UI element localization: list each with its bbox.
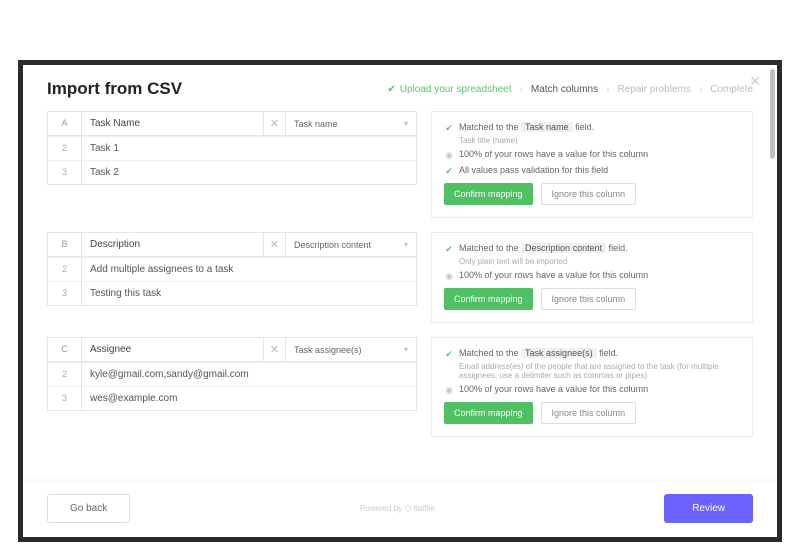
close-icon[interactable]: ✕ bbox=[749, 73, 761, 90]
column-mapping-row: C Assignee ✕ Task assignee(s) ▾ 2 kyle@g… bbox=[47, 337, 753, 437]
cell-value: Task 1 bbox=[82, 137, 416, 160]
field-description: Only plain text will be imported bbox=[459, 257, 740, 266]
source-column-name: Task Name bbox=[82, 112, 264, 135]
column-preview: C Assignee ✕ Task assignee(s) ▾ 2 kyle@g… bbox=[47, 337, 417, 437]
row-number: 3 bbox=[48, 387, 82, 410]
info-icon: ◉ bbox=[444, 270, 454, 282]
column-mapping-row: B Description ✕ Description content ▾ 2 … bbox=[47, 232, 753, 323]
confirm-mapping-button[interactable]: Confirm mapping bbox=[444, 402, 533, 424]
scrollbar[interactable] bbox=[770, 69, 775, 159]
field-chip: Task name bbox=[521, 122, 573, 132]
check-icon: ✔ bbox=[444, 243, 454, 255]
table-header: B Description ✕ Description content ▾ bbox=[48, 233, 416, 257]
row-number: 2 bbox=[48, 258, 82, 281]
field-description: Task title (name) bbox=[459, 136, 740, 145]
cell-value: kyle@gmail.com,sandy@gmail.com bbox=[82, 363, 416, 386]
chevron-down-icon: ▾ bbox=[404, 240, 408, 249]
validation-fact: ✔ All values pass validation for this fi… bbox=[444, 165, 740, 177]
mapping-dropdown[interactable]: Task name ▾ bbox=[286, 112, 416, 135]
table-row: 2 kyle@gmail.com,sandy@gmail.com bbox=[48, 362, 416, 386]
column-letter: A bbox=[48, 112, 82, 135]
ignore-column-button[interactable]: Ignore this column bbox=[541, 402, 637, 424]
column-preview: B Description ✕ Description content ▾ 2 … bbox=[47, 232, 417, 323]
clear-mapping-icon[interactable]: ✕ bbox=[264, 233, 286, 256]
modal-backdrop: ✕ Import from CSV ✔ Upload your spreadsh… bbox=[18, 60, 782, 542]
chevron-down-icon: ▾ bbox=[404, 345, 408, 354]
cell-value: wes@example.com bbox=[82, 387, 416, 410]
match-fact: ✔ Matched to the Task name field. bbox=[444, 122, 740, 134]
field-chip: Task assignee(s) bbox=[521, 348, 597, 358]
ignore-column-button[interactable]: Ignore this column bbox=[541, 288, 637, 310]
column-mapping-row: A Task Name ✕ Task name ▾ 2 Task 1 bbox=[47, 111, 753, 218]
table-row: 3 Testing this task bbox=[48, 281, 416, 305]
cell-value: Task 2 bbox=[82, 161, 416, 184]
powered-by-label: Powered by ⬡ flatfile bbox=[130, 504, 664, 513]
coverage-fact: ◉ 100% of your rows have a value for thi… bbox=[444, 384, 740, 396]
review-button[interactable]: Review bbox=[664, 494, 753, 523]
row-number: 3 bbox=[48, 161, 82, 184]
chevron-down-icon: ▾ bbox=[404, 119, 408, 128]
content: A Task Name ✕ Task name ▾ 2 Task 1 bbox=[23, 109, 777, 482]
row-number: 2 bbox=[48, 137, 82, 160]
chevron-right-icon: › bbox=[520, 84, 523, 95]
table-row: 3 Task 2 bbox=[48, 160, 416, 184]
coverage-fact: ◉ 100% of your rows have a value for thi… bbox=[444, 149, 740, 161]
preview-table: B Description ✕ Description content ▾ 2 … bbox=[47, 232, 417, 306]
step-match: Match columns bbox=[531, 84, 598, 95]
table-row: 2 Task 1 bbox=[48, 136, 416, 160]
source-column-name: Description bbox=[82, 233, 264, 256]
step-repair: Repair problems bbox=[617, 84, 690, 95]
column-letter: C bbox=[48, 338, 82, 361]
cell-value: Add multiple assignees to a task bbox=[82, 258, 416, 281]
chevron-right-icon: › bbox=[699, 84, 702, 95]
table-row: 2 Add multiple assignees to a task bbox=[48, 257, 416, 281]
check-icon: ✔ bbox=[444, 122, 454, 134]
go-back-button[interactable]: Go back bbox=[47, 494, 130, 523]
modal: ✕ Import from CSV ✔ Upload your spreadsh… bbox=[23, 65, 777, 537]
info-icon: ◉ bbox=[444, 384, 454, 396]
source-column-name: Assignee bbox=[82, 338, 264, 361]
row-number: 3 bbox=[48, 282, 82, 305]
step-upload: ✔ Upload your spreadsheet bbox=[387, 84, 511, 95]
preview-table: C Assignee ✕ Task assignee(s) ▾ 2 kyle@g… bbox=[47, 337, 417, 411]
field-chip: Description content bbox=[521, 243, 606, 253]
mapping-info-panel: ✔ Matched to the Task name field. Task t… bbox=[431, 111, 753, 218]
confirm-mapping-button[interactable]: Confirm mapping bbox=[444, 288, 533, 310]
clear-mapping-icon[interactable]: ✕ bbox=[264, 112, 286, 135]
page-title: Import from CSV bbox=[47, 79, 387, 99]
header: Import from CSV ✔ Upload your spreadshee… bbox=[23, 65, 777, 109]
mapping-info-panel: ✔ Matched to the Description content fie… bbox=[431, 232, 753, 323]
match-fact: ✔ Matched to the Description content fie… bbox=[444, 243, 740, 255]
row-number: 2 bbox=[48, 363, 82, 386]
table-row: 3 wes@example.com bbox=[48, 386, 416, 410]
wizard-steps: ✔ Upload your spreadsheet › Match column… bbox=[387, 84, 753, 95]
confirm-mapping-button[interactable]: Confirm mapping bbox=[444, 183, 533, 205]
column-preview: A Task Name ✕ Task name ▾ 2 Task 1 bbox=[47, 111, 417, 218]
coverage-fact: ◉ 100% of your rows have a value for thi… bbox=[444, 270, 740, 282]
check-icon: ✔ bbox=[444, 165, 454, 177]
mapping-info-panel: ✔ Matched to the Task assignee(s) field.… bbox=[431, 337, 753, 437]
cell-value: Testing this task bbox=[82, 282, 416, 305]
table-header: C Assignee ✕ Task assignee(s) ▾ bbox=[48, 338, 416, 362]
field-description: Email address(es) of the people that are… bbox=[459, 362, 740, 380]
ignore-column-button[interactable]: Ignore this column bbox=[541, 183, 637, 205]
column-letter: B bbox=[48, 233, 82, 256]
mapping-dropdown[interactable]: Description content ▾ bbox=[286, 233, 416, 256]
check-icon: ✔ bbox=[444, 348, 454, 360]
chevron-right-icon: › bbox=[606, 84, 609, 95]
info-icon: ◉ bbox=[444, 149, 454, 161]
clear-mapping-icon[interactable]: ✕ bbox=[264, 338, 286, 361]
table-header: A Task Name ✕ Task name ▾ bbox=[48, 112, 416, 136]
step-complete: Complete bbox=[710, 84, 753, 95]
check-icon: ✔ bbox=[387, 84, 395, 95]
match-fact: ✔ Matched to the Task assignee(s) field. bbox=[444, 348, 740, 360]
mapping-dropdown[interactable]: Task assignee(s) ▾ bbox=[286, 338, 416, 361]
footer: Go back Powered by ⬡ flatfile Review bbox=[23, 482, 777, 537]
preview-table: A Task Name ✕ Task name ▾ 2 Task 1 bbox=[47, 111, 417, 185]
